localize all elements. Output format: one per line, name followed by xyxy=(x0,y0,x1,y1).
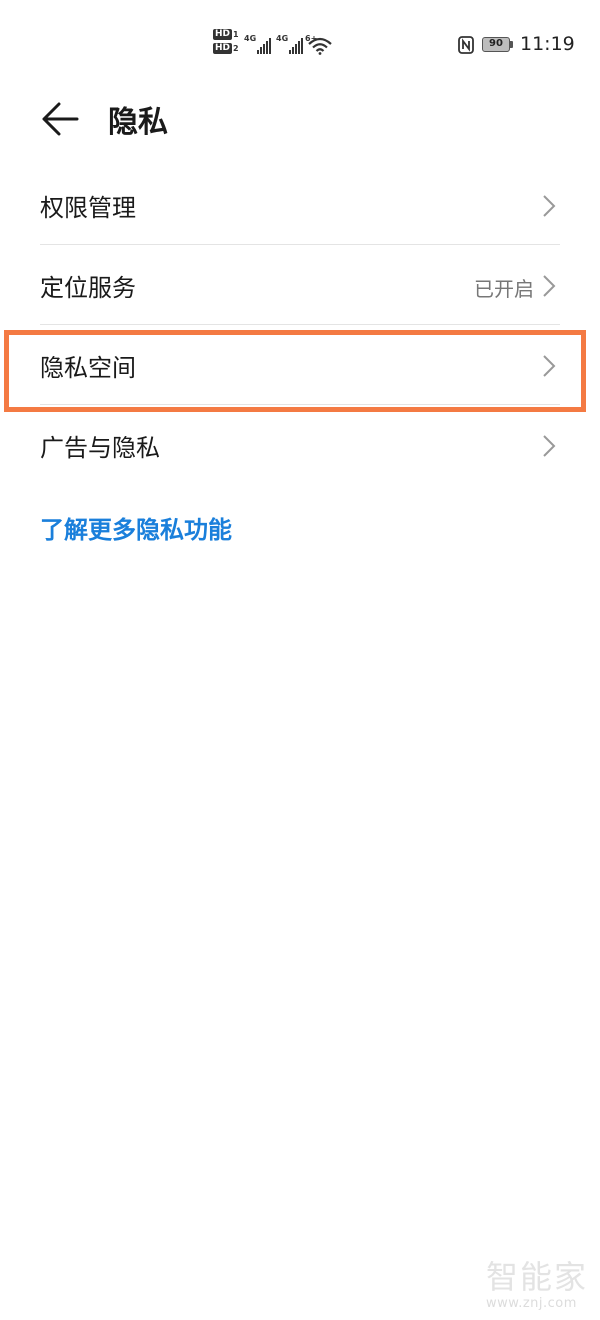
menu-item-private-space[interactable]: 隐私空间 xyxy=(0,325,600,405)
hd-1-badge: HD 1 xyxy=(213,29,239,40)
hd-indicators: HD 1 HD 2 xyxy=(213,29,239,54)
menu-item-label: 权限管理 xyxy=(40,194,136,222)
hd-1-label: HD xyxy=(213,29,233,40)
menu-item-location-service[interactable]: 定位服务 已开启 xyxy=(0,245,600,325)
status-bar: HD 1 HD 2 4G 4G 6+ 90 11:19 xyxy=(0,0,600,90)
signal-1-icon: 4G xyxy=(244,34,272,54)
nfc-icon xyxy=(458,36,474,54)
hd-2-badge: HD 2 xyxy=(213,43,239,54)
menu-item-ads-and-privacy[interactable]: 广告与隐私 xyxy=(0,405,600,485)
wifi-icon: 6+ xyxy=(305,34,332,55)
menu-item-value: 已开启 xyxy=(474,277,534,301)
chevron-right-icon xyxy=(543,435,556,457)
menu-item-label: 广告与隐私 xyxy=(40,434,160,462)
watermark-logo: 智能家 xyxy=(486,1258,589,1296)
watermark: 智能家 www.znj.com xyxy=(486,1252,596,1311)
chevron-right-icon xyxy=(543,355,556,377)
menu-item-permission-management[interactable]: 权限管理 xyxy=(0,165,600,245)
status-time: 11:19 xyxy=(520,33,575,55)
battery-level: 90 xyxy=(489,38,503,49)
battery-icon: 90 xyxy=(482,37,510,52)
hd-1-number: 1 xyxy=(233,30,239,39)
page-title: 隐私 xyxy=(108,105,168,140)
battery-tip xyxy=(510,41,513,48)
learn-more-link[interactable]: 了解更多隐私功能 xyxy=(40,510,232,545)
menu-item-label: 定位服务 xyxy=(40,274,136,302)
chevron-right-icon xyxy=(543,275,556,297)
chevron-right-icon xyxy=(543,195,556,217)
menu-item-label: 隐私空间 xyxy=(40,354,136,382)
back-arrow-icon[interactable] xyxy=(40,101,80,137)
watermark-url: www.znj.com xyxy=(486,1296,577,1311)
hd-2-number: 2 xyxy=(233,44,239,53)
signal-1-label: 4G xyxy=(244,34,257,43)
privacy-menu: 权限管理 定位服务 已开启 隐私空间 广告与隐私 xyxy=(0,165,600,485)
hd-2-label: HD xyxy=(213,43,233,54)
signal-2-label: 4G xyxy=(276,34,289,43)
signal-2-icon: 4G xyxy=(276,34,304,54)
